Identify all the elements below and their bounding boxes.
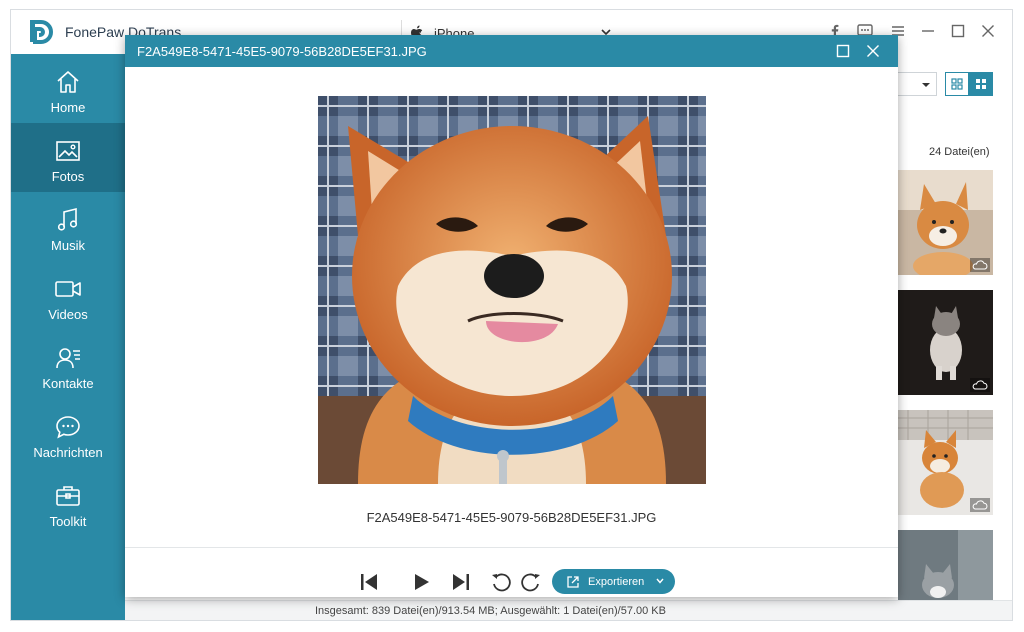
rotate-right-icon[interactable] [520,571,542,593]
minimize-icon[interactable] [919,22,937,40]
photo-thumbnail[interactable] [898,410,993,515]
sidebar-item-label: Kontakte [42,376,94,391]
close-icon[interactable] [865,43,881,59]
maximize-icon[interactable] [835,43,851,59]
sidebar-item-toolkit[interactable]: Toolkit [11,468,125,537]
dialog-title: F2A549E8-5471-45E5-9079-56B28DE5EF31.JPG [137,44,427,59]
music-icon [57,207,78,231]
sidebar-item-label: Musik [51,238,85,253]
previous-icon[interactable] [358,571,380,593]
photo-thumbnail[interactable] [898,290,993,395]
status-text: Insgesamt: 839 Datei(en)/913.54 MB; Ausg… [315,605,666,617]
photo-filename: F2A549E8-5471-45E5-9079-56B28DE5EF31.JPG [366,510,657,525]
export-button[interactable]: Exportieren [552,569,675,594]
toolkit-icon [56,486,80,506]
app-window: FonePaw DoTrans iPhone Home Fotos Musik … [10,9,1013,621]
close-icon[interactable] [979,22,997,40]
sidebar-item-label: Home [50,100,86,115]
viewer-toolbar: Exportieren [125,547,898,597]
sidebar-item-videos[interactable]: Videos [11,261,125,330]
sidebar-item-photos[interactable]: Fotos [11,123,125,192]
home-icon [57,71,79,93]
cloud-icon [970,378,990,392]
photo-preview [318,96,706,484]
next-icon[interactable] [450,571,472,593]
sidebar-item-label: Videos [48,307,88,322]
chevron-down-icon [922,83,930,87]
sidebar-item-home[interactable]: Home [11,54,125,123]
video-icon [55,281,81,297]
sidebar-item-music[interactable]: Musik [11,192,125,261]
export-label: Exportieren [588,575,645,588]
chevron-down-icon[interactable] [655,576,665,586]
photo-viewer-dialog: F2A549E8-5471-45E5-9079-56B28DE5EF31.JPG [125,35,898,597]
sidebar-item-label: Nachrichten [33,445,103,460]
sidebar-item-contacts[interactable]: Kontakte [11,330,125,399]
sidebar-item-label: Toolkit [49,514,87,529]
file-count: 24 Datei(en) [929,146,990,158]
photo-thumbnail[interactable] [898,530,993,600]
sidebar-item-messages[interactable]: Nachrichten [11,399,125,468]
shiba-inu-photo [318,96,706,484]
sidebar-item-label: Fotos [51,169,85,184]
photo-thumbnail[interactable] [898,170,993,275]
status-bar: Insgesamt: 839 Datei(en)/913.54 MB; Ausg… [125,600,1012,620]
grid-small-view-button[interactable] [945,72,969,96]
grid-icon [951,78,963,90]
rotate-left-icon[interactable] [490,571,512,593]
filter-dropdown[interactable] [897,72,937,96]
cloud-icon [970,258,990,272]
dialog-header: F2A549E8-5471-45E5-9079-56B28DE5EF31.JPG [125,35,898,67]
cloud-icon [970,498,990,512]
grid-icon [976,79,986,89]
photo-icon [56,141,80,161]
grid-large-view-button[interactable] [969,72,993,96]
contacts-icon [56,348,80,369]
maximize-icon[interactable] [949,22,967,40]
app-logo [30,20,53,44]
sidebar: Home Fotos Musik Videos Kontakte Nachric… [11,54,125,620]
play-icon[interactable] [410,571,432,593]
messages-icon [56,416,80,439]
export-icon [567,575,579,588]
view-toggle [945,72,993,96]
gray-kitten-photo [898,530,993,600]
